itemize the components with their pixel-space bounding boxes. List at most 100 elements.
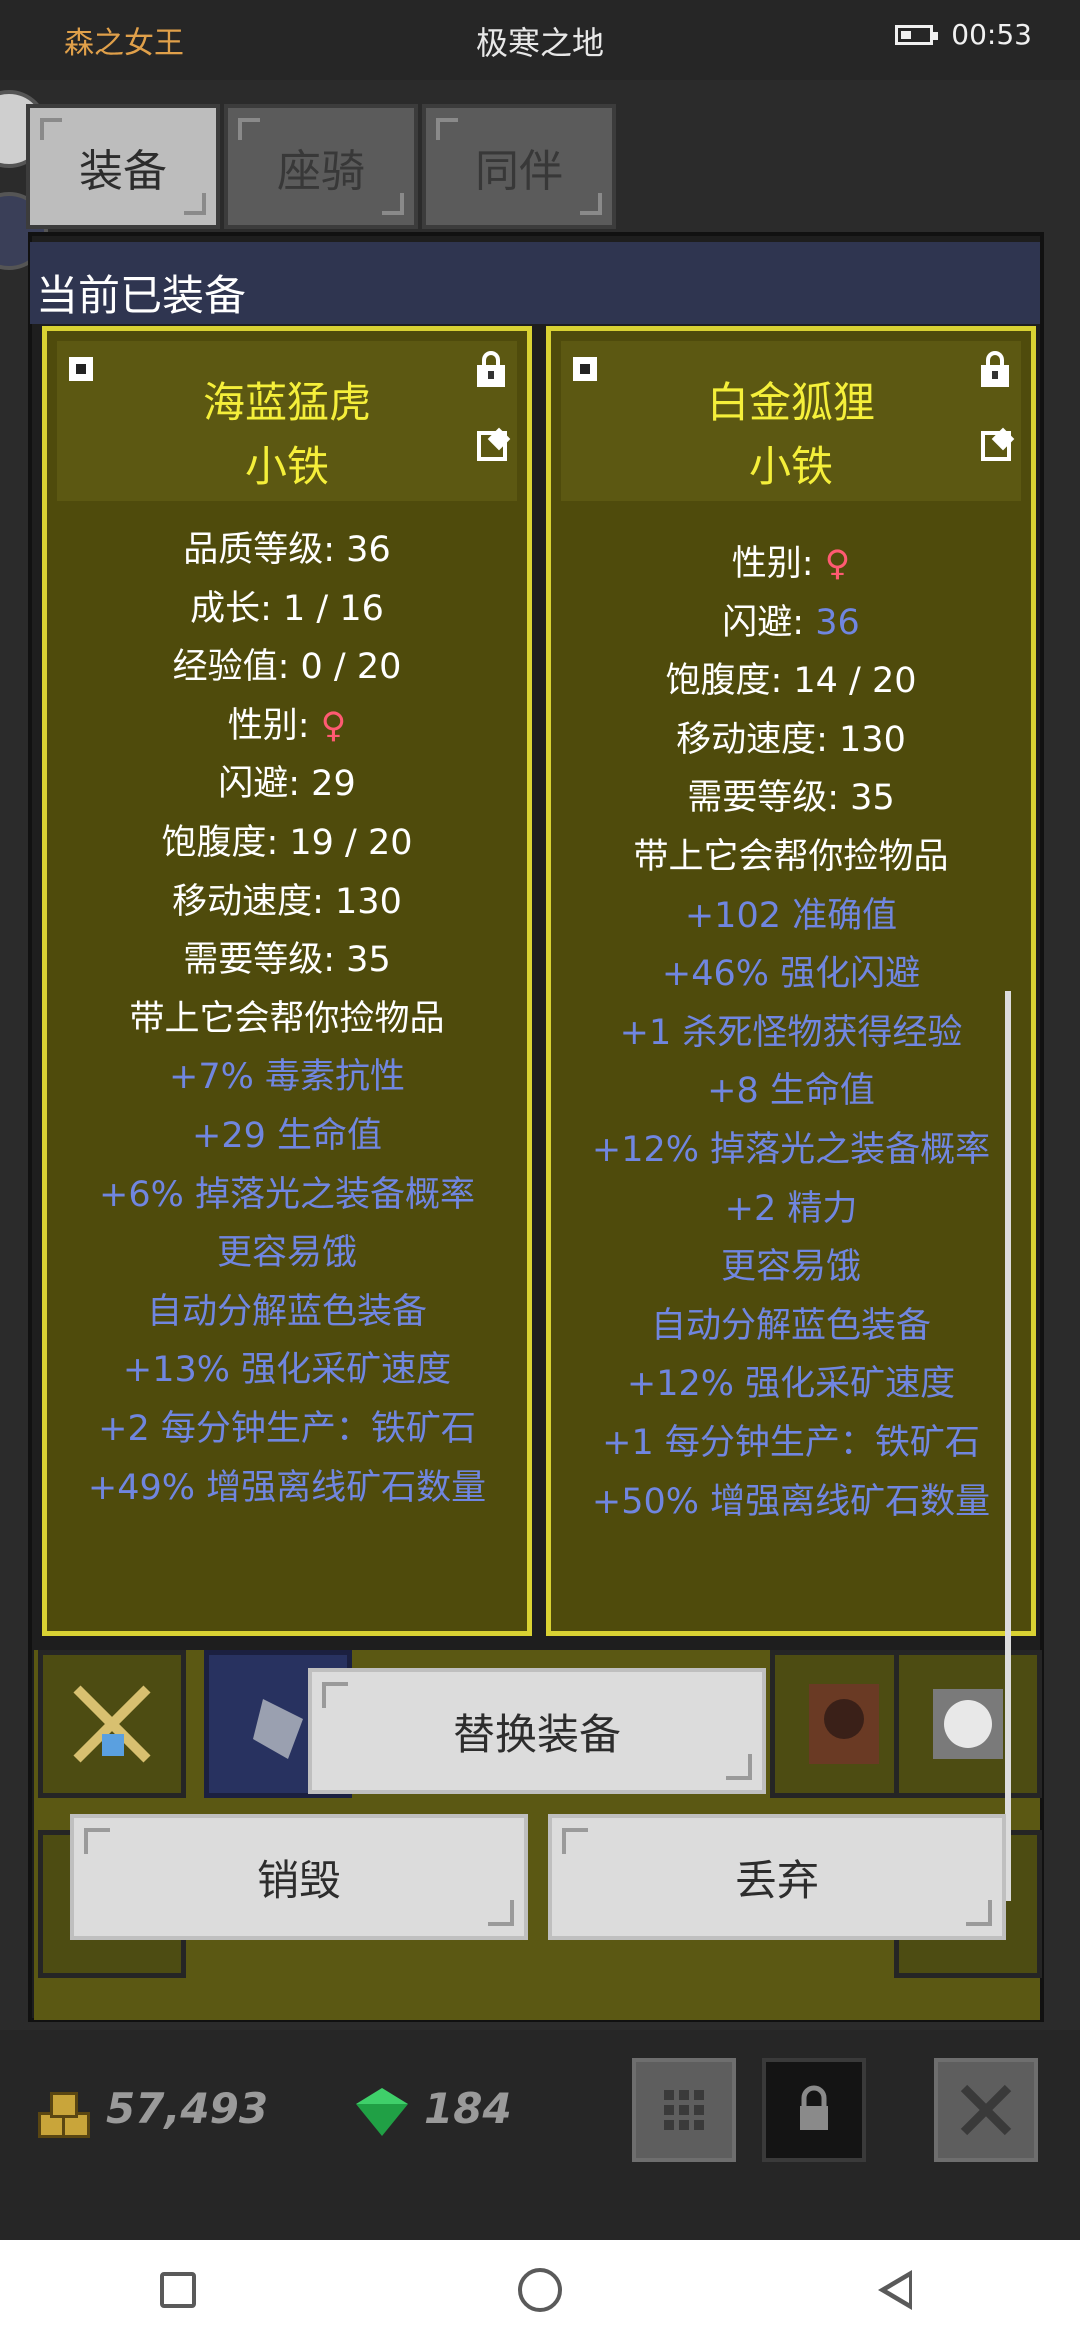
female-icon: ♀ — [824, 544, 851, 584]
bonus-line: +12% 掉落光之装备概率 — [591, 1129, 991, 1170]
bonus-line: +102 准确值 — [684, 895, 898, 936]
scrollbar-thumb[interactable] — [1005, 991, 1011, 1901]
stat-line: 需要等级: 35 — [183, 940, 391, 981]
bonus-line: +50% 增强离线矿石数量 — [591, 1481, 991, 1522]
item-subtitle: 小铁 — [244, 442, 329, 491]
scrollbar-gap — [1005, 851, 1011, 991]
corner-decoration — [562, 1828, 588, 1854]
stat-line: 需要等级: 35 — [687, 778, 895, 819]
bonus-line: +1 杀死怪物获得经验 — [619, 1012, 963, 1053]
item-stats: 品质等级: 36 成长: 1 / 16 经验值: 0 / 20 性别: ♀ 闪避… — [47, 521, 527, 1517]
tab-label: 座骑 — [277, 145, 365, 197]
tab-mount[interactable]: 座骑 — [224, 104, 418, 229]
tab-label: 装备 — [79, 145, 167, 197]
gender-line: 性别: ♀ — [47, 697, 527, 756]
corner-decoration — [726, 1754, 752, 1780]
dodge-label: 闪避: — [722, 602, 816, 643]
bonus-line: +8 生命值 — [707, 1071, 875, 1112]
stat-line: 饱腹度: 14 / 20 — [665, 661, 917, 702]
bonus-line: +13% 强化采矿速度 — [122, 1350, 452, 1391]
corner-decoration — [184, 193, 206, 215]
dodge-line: 闪避: 36 — [551, 594, 1031, 653]
dodge-value: 36 — [815, 602, 860, 643]
stat-line: 闪避: 29 — [218, 764, 356, 805]
tab-label: 同伴 — [475, 145, 563, 197]
rename-icon[interactable] — [477, 431, 507, 461]
gold-amount: 57,493 — [106, 2084, 269, 2133]
bonus-line: 自动分解蓝色装备 — [146, 1291, 427, 1332]
crossed-swords-icon — [73, 1685, 151, 1763]
bonus-line: 自动分解蓝色装备 — [650, 1305, 931, 1346]
back-icon[interactable] — [878, 2270, 912, 2310]
home-icon[interactable] — [518, 2268, 562, 2312]
recent-apps-icon[interactable] — [160, 2272, 196, 2308]
discard-button[interactable]: 丢弃 — [548, 1814, 1006, 1940]
button-label: 替换装备 — [452, 1709, 621, 1759]
female-icon: ♀ — [320, 705, 347, 746]
replace-equipment-button[interactable]: 替换装备 — [308, 1668, 766, 1794]
stat-line: 品质等级: 36 — [183, 530, 391, 570]
bottom-bar — [0, 2030, 1080, 2240]
bonus-line: +7% 毒素抗性 — [169, 1057, 405, 1098]
bonus-line: +2 精力 — [724, 1188, 858, 1229]
grid-icon — [664, 2090, 704, 2130]
equipped-title: 当前已装备 — [36, 271, 247, 320]
gender-label: 性别: — [227, 705, 321, 746]
rename-icon[interactable] — [981, 431, 1011, 461]
battery-icon — [895, 24, 939, 45]
compare-item-card: 白金狐狸 小铁 性别: ♀ 闪避: 36 饱腹度: 14 / 20 移动速度: … — [546, 326, 1036, 1901]
gender-label: 性别: — [731, 544, 825, 584]
bonus-line: +2 每分钟生产：铁矿石 — [98, 1408, 476, 1449]
item-name: 白金狐狸 — [706, 378, 875, 427]
gold-icon — [38, 2090, 94, 2138]
stat-line: 经验值: 0 / 20 — [172, 647, 402, 688]
gem-icon — [356, 2088, 408, 2136]
bonus-line: +12% 强化采矿速度 — [626, 1364, 956, 1405]
bonus-line: 更容易饿 — [720, 1247, 861, 1288]
equipped-item-card: 海蓝猛虎 小铁 品质等级: 36 成长: 1 / 16 经验值: 0 / 20 … — [42, 326, 532, 1636]
stat-line: 成长: 1 / 16 — [190, 588, 384, 629]
inventory-slot[interactable] — [38, 1650, 186, 1798]
bonus-line: +49% 增强离线矿石数量 — [87, 1467, 487, 1508]
corner-decoration — [966, 1900, 992, 1926]
stat-line: 带上它会帮你捡物品 — [633, 836, 949, 877]
corner-decoration — [382, 193, 404, 215]
bonus-line: 更容易饿 — [216, 1233, 357, 1274]
corner-decoration — [580, 193, 602, 215]
top-bar: 森之女王 极寒之地 00:53 — [0, 0, 1080, 80]
bonus-line: +1 每分钟生产：铁矿石 — [602, 1422, 980, 1463]
item-name: 海蓝猛虎 — [202, 378, 371, 427]
tab-equipment[interactable]: 装备 — [26, 104, 220, 229]
button-label: 丢弃 — [734, 1855, 819, 1905]
gender-line: 性别: ♀ — [551, 535, 1031, 594]
button-label: 销毁 — [256, 1855, 341, 1905]
item-stats: 性别: ♀ 闪避: 36 饱腹度: 14 / 20 移动速度: 130 需要等级… — [551, 535, 1031, 1531]
corner-decoration — [238, 118, 260, 140]
tab-companion[interactable]: 同伴 — [422, 104, 616, 229]
stat-line: 移动速度: 130 — [172, 881, 402, 922]
bonus-line: +29 生命值 — [192, 1115, 382, 1156]
destroy-button[interactable]: 销毁 — [70, 1814, 528, 1940]
stat-line: 带上它会帮你捡物品 — [129, 998, 445, 1039]
system-nav-bar — [0, 2240, 1080, 2340]
corner-decoration — [84, 1828, 110, 1854]
cat-icon — [933, 1689, 1003, 1759]
lock-toggle-button[interactable] — [762, 2058, 866, 2162]
stat-line: 移动速度: 130 — [676, 719, 906, 760]
close-button[interactable] — [934, 2058, 1038, 2162]
lock-icon — [800, 2085, 828, 2130]
item-subtitle: 小铁 — [748, 442, 833, 491]
gem-amount: 184 — [424, 2084, 512, 2133]
close-icon — [960, 2084, 1012, 2136]
clock: 00:53 — [951, 18, 1032, 51]
grid-button[interactable] — [632, 2058, 736, 2162]
bonus-line: +6% 掉落光之装备概率 — [99, 1174, 475, 1215]
card-scrollbar[interactable] — [1005, 851, 1011, 1901]
bonus-line: +46% 强化闪避 — [661, 954, 921, 995]
stat-line: 饱腹度: 19 / 20 — [161, 822, 413, 863]
corner-decoration — [488, 1900, 514, 1926]
status-right: 00:53 — [895, 18, 1032, 51]
corner-decoration — [322, 1682, 348, 1708]
inventory-slot[interactable] — [894, 1650, 1042, 1798]
corner-decoration — [436, 118, 458, 140]
